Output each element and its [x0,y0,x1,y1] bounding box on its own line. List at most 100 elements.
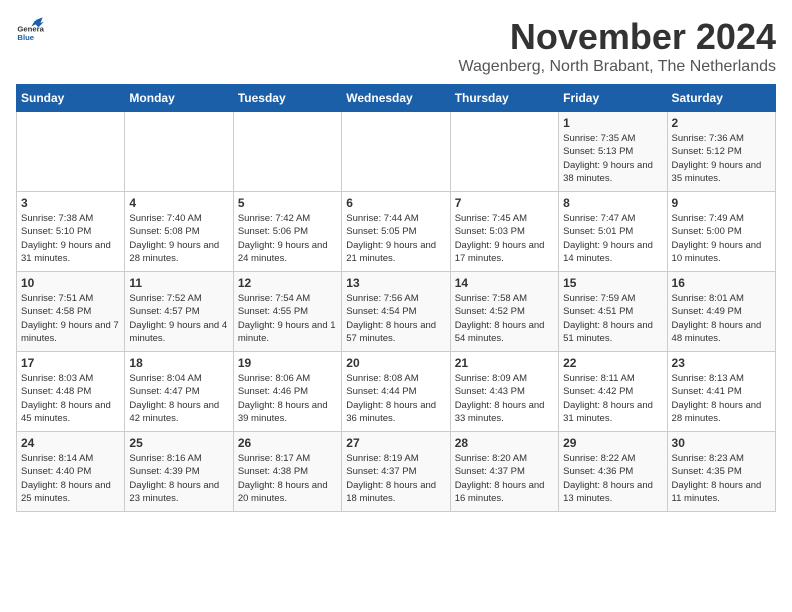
day-info: Sunrise: 8:23 AM Sunset: 4:35 PM Dayligh… [672,452,771,505]
calendar-cell: 25Sunrise: 8:16 AM Sunset: 4:39 PM Dayli… [125,432,233,512]
day-number: 22 [563,356,662,370]
day-info: Sunrise: 8:08 AM Sunset: 4:44 PM Dayligh… [346,372,445,425]
day-info: Sunrise: 8:22 AM Sunset: 4:36 PM Dayligh… [563,452,662,505]
calendar-cell: 11 Sunrise: 7:52 AM Sunset: 4:57 PM Dayli… [125,272,233,352]
calendar-cell: 1 Sunrise: 7:35 AM Sunset: 5:13 PM Daylig… [559,112,667,192]
svg-text:Blue: Blue [17,33,34,42]
day-number: 29 [563,436,662,450]
calendar-cell: 15Sunrise: 7:59 AM Sunset: 4:51 PM Dayli… [559,272,667,352]
day-number: 23 [672,356,771,370]
day-number: 11 [129,276,228,290]
calendar-cell: 7 Sunrise: 7:45 AM Sunset: 5:03 PM Daylig… [450,192,558,272]
header-thursday: Thursday [450,85,558,112]
day-info: Sunrise: 7:36 AM Sunset: 5:12 PM Dayligh… [672,132,771,185]
day-number: 6 [346,196,445,210]
day-number: 12 [238,276,337,290]
page-header: General Blue November 2024 Wagenberg, No… [16,16,776,76]
calendar-cell [342,112,450,192]
calendar-cell: 8 Sunrise: 7:47 AM Sunset: 5:01 PM Daylig… [559,192,667,272]
svg-text:General: General [17,24,44,33]
calendar-week-1: 1 Sunrise: 7:35 AM Sunset: 5:13 PM Daylig… [17,112,776,192]
day-info: Sunrise: 7:56 AM Sunset: 4:54 PM Dayligh… [346,292,445,345]
header-saturday: Saturday [667,85,775,112]
calendar-cell: 24 Sunrise: 8:14 AM Sunset: 4:40 PM Dayli… [17,432,125,512]
day-info: Sunrise: 7:58 AM Sunset: 4:52 PM Dayligh… [455,292,554,345]
calendar-cell: 18Sunrise: 8:04 AM Sunset: 4:47 PM Dayli… [125,352,233,432]
header-sunday: Sunday [17,85,125,112]
header-tuesday: Tuesday [233,85,341,112]
calendar-cell: 4Sunrise: 7:40 AM Sunset: 5:08 PM Daylig… [125,192,233,272]
calendar-cell: 12 Sunrise: 7:54 AM Sunset: 4:55 PM Dayli… [233,272,341,352]
day-info: Sunrise: 8:17 AM Sunset: 4:38 PM Dayligh… [238,452,337,505]
day-info: Sunrise: 7:38 AM Sunset: 5:10 PM Dayligh… [21,212,120,265]
calendar-cell: 29 Sunrise: 8:22 AM Sunset: 4:36 PM Dayli… [559,432,667,512]
day-info: Sunrise: 7:54 AM Sunset: 4:55 PM Dayligh… [238,292,337,345]
calendar-cell [17,112,125,192]
day-number: 15 [563,276,662,290]
day-info: Sunrise: 7:51 AM Sunset: 4:58 PM Dayligh… [21,292,120,345]
day-info: Sunrise: 7:52 AM Sunset: 4:57 PM Dayligh… [129,292,228,345]
calendar-cell [233,112,341,192]
day-info: Sunrise: 8:09 AM Sunset: 4:43 PM Dayligh… [455,372,554,425]
calendar-week-4: 17Sunrise: 8:03 AM Sunset: 4:48 PM Dayli… [17,352,776,432]
calendar-cell: 27 Sunrise: 8:19 AM Sunset: 4:37 PM Dayli… [342,432,450,512]
day-number: 24 [21,436,120,450]
day-number: 7 [455,196,554,210]
calendar-cell: 16 Sunrise: 8:01 AM Sunset: 4:49 PM Dayli… [667,272,775,352]
day-number: 13 [346,276,445,290]
header-monday: Monday [125,85,233,112]
day-info: Sunrise: 7:42 AM Sunset: 5:06 PM Dayligh… [238,212,337,265]
calendar-week-5: 24 Sunrise: 8:14 AM Sunset: 4:40 PM Dayli… [17,432,776,512]
day-number: 8 [563,196,662,210]
day-info: Sunrise: 8:11 AM Sunset: 4:42 PM Dayligh… [563,372,662,425]
day-number: 20 [346,356,445,370]
calendar-cell: 13 Sunrise: 7:56 AM Sunset: 4:54 PM Dayli… [342,272,450,352]
calendar-cell: 20 Sunrise: 8:08 AM Sunset: 4:44 PM Dayli… [342,352,450,432]
calendar-week-3: 10 Sunrise: 7:51 AM Sunset: 4:58 PM Dayli… [17,272,776,352]
day-number: 16 [672,276,771,290]
calendar-table: SundayMondayTuesdayWednesdayThursdayFrid… [16,84,776,512]
day-info: Sunrise: 7:49 AM Sunset: 5:00 PM Dayligh… [672,212,771,265]
calendar-cell [125,112,233,192]
day-number: 1 [563,116,662,130]
day-number: 5 [238,196,337,210]
calendar-cell: 5 Sunrise: 7:42 AM Sunset: 5:06 PM Daylig… [233,192,341,272]
calendar-header-row: SundayMondayTuesdayWednesdayThursdayFrid… [17,85,776,112]
calendar-cell: 14 Sunrise: 7:58 AM Sunset: 4:52 PM Dayli… [450,272,558,352]
calendar-week-2: 3 Sunrise: 7:38 AM Sunset: 5:10 PM Daylig… [17,192,776,272]
calendar-cell: 6Sunrise: 7:44 AM Sunset: 5:05 PM Daylig… [342,192,450,272]
day-number: 14 [455,276,554,290]
day-info: Sunrise: 7:45 AM Sunset: 5:03 PM Dayligh… [455,212,554,265]
day-number: 17 [21,356,120,370]
day-number: 30 [672,436,771,450]
day-number: 28 [455,436,554,450]
day-number: 9 [672,196,771,210]
day-info: Sunrise: 8:01 AM Sunset: 4:49 PM Dayligh… [672,292,771,345]
day-number: 3 [21,196,120,210]
calendar-cell: 3 Sunrise: 7:38 AM Sunset: 5:10 PM Daylig… [17,192,125,272]
calendar-cell: 9 Sunrise: 7:49 AM Sunset: 5:00 PM Daylig… [667,192,775,272]
day-number: 21 [455,356,554,370]
day-number: 18 [129,356,228,370]
day-info: Sunrise: 7:35 AM Sunset: 5:13 PM Dayligh… [563,132,662,185]
location-title: Wagenberg, North Brabant, The Netherland… [458,58,776,76]
day-info: Sunrise: 7:47 AM Sunset: 5:01 PM Dayligh… [563,212,662,265]
day-info: Sunrise: 8:19 AM Sunset: 4:37 PM Dayligh… [346,452,445,505]
logo-icon: General Blue [16,16,44,44]
month-title: November 2024 [458,16,776,58]
day-info: Sunrise: 8:13 AM Sunset: 4:41 PM Dayligh… [672,372,771,425]
day-info: Sunrise: 8:16 AM Sunset: 4:39 PM Dayligh… [129,452,228,505]
calendar-cell: 30 Sunrise: 8:23 AM Sunset: 4:35 PM Dayli… [667,432,775,512]
day-number: 4 [129,196,228,210]
day-number: 2 [672,116,771,130]
calendar-cell: 23 Sunrise: 8:13 AM Sunset: 4:41 PM Dayli… [667,352,775,432]
header-friday: Friday [559,85,667,112]
calendar-cell: 21 Sunrise: 8:09 AM Sunset: 4:43 PM Dayli… [450,352,558,432]
title-section: November 2024 Wagenberg, North Brabant, … [458,16,776,76]
day-number: 27 [346,436,445,450]
day-number: 10 [21,276,120,290]
day-info: Sunrise: 8:14 AM Sunset: 4:40 PM Dayligh… [21,452,120,505]
header-wednesday: Wednesday [342,85,450,112]
day-number: 19 [238,356,337,370]
logo: General Blue [16,16,44,44]
